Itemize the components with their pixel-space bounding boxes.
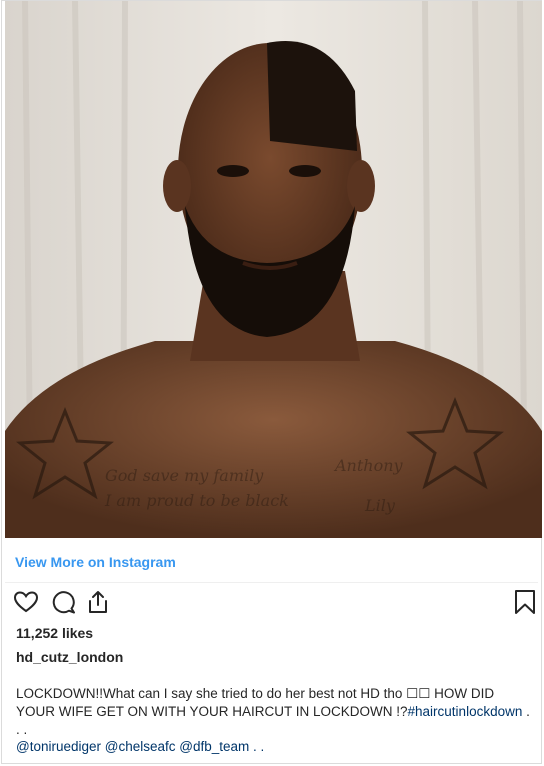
post-photo-image: God save my family I am proud to be blac… [5, 1, 542, 538]
caption-line1: LOCKDOWN!!What can I say she tried to do… [16, 686, 495, 701]
heart-icon [13, 591, 39, 613]
share-button[interactable] [85, 589, 111, 615]
instagram-embed-card: God save my family I am proud to be blac… [1, 0, 542, 764]
hashtag-link[interactable]: #haircutinlockdown [408, 704, 523, 719]
view-more-link[interactable]: View More on Instagram [15, 554, 176, 570]
caption-line2: YOUR WIFE GET ON WITH YOUR HAIRCUT IN LO… [16, 704, 408, 719]
svg-text:God save my family: God save my family [105, 466, 264, 485]
like-count: 11,252 likes [16, 625, 94, 641]
mentions-suffix: . . [249, 739, 265, 754]
mention-link[interactable]: @toniruediger [16, 739, 101, 754]
username-link[interactable]: hd_cutz_london [16, 649, 123, 665]
svg-text:Lily: Lily [364, 496, 396, 515]
bookmark-button[interactable] [512, 589, 538, 615]
mention-link[interactable]: @dfb_team [179, 739, 249, 754]
mentions: @toniruediger @chelseafc @dfb_team . . [16, 739, 264, 754]
comment-button[interactable] [50, 589, 76, 615]
like-button[interactable] [13, 589, 39, 615]
caption: LOCKDOWN!!What can I say she tried to do… [16, 685, 536, 739]
comment-icon [52, 591, 75, 614]
divider [5, 582, 538, 583]
action-bar [13, 589, 535, 617]
share-icon [89, 591, 107, 613]
svg-text:Anthony: Anthony [333, 456, 404, 475]
svg-text:I am proud to be black: I am proud to be black [104, 491, 289, 510]
bookmark-icon [515, 590, 535, 614]
mention-link[interactable]: @chelseafc [105, 739, 176, 754]
post-photo[interactable]: God save my family I am proud to be blac… [5, 1, 542, 538]
